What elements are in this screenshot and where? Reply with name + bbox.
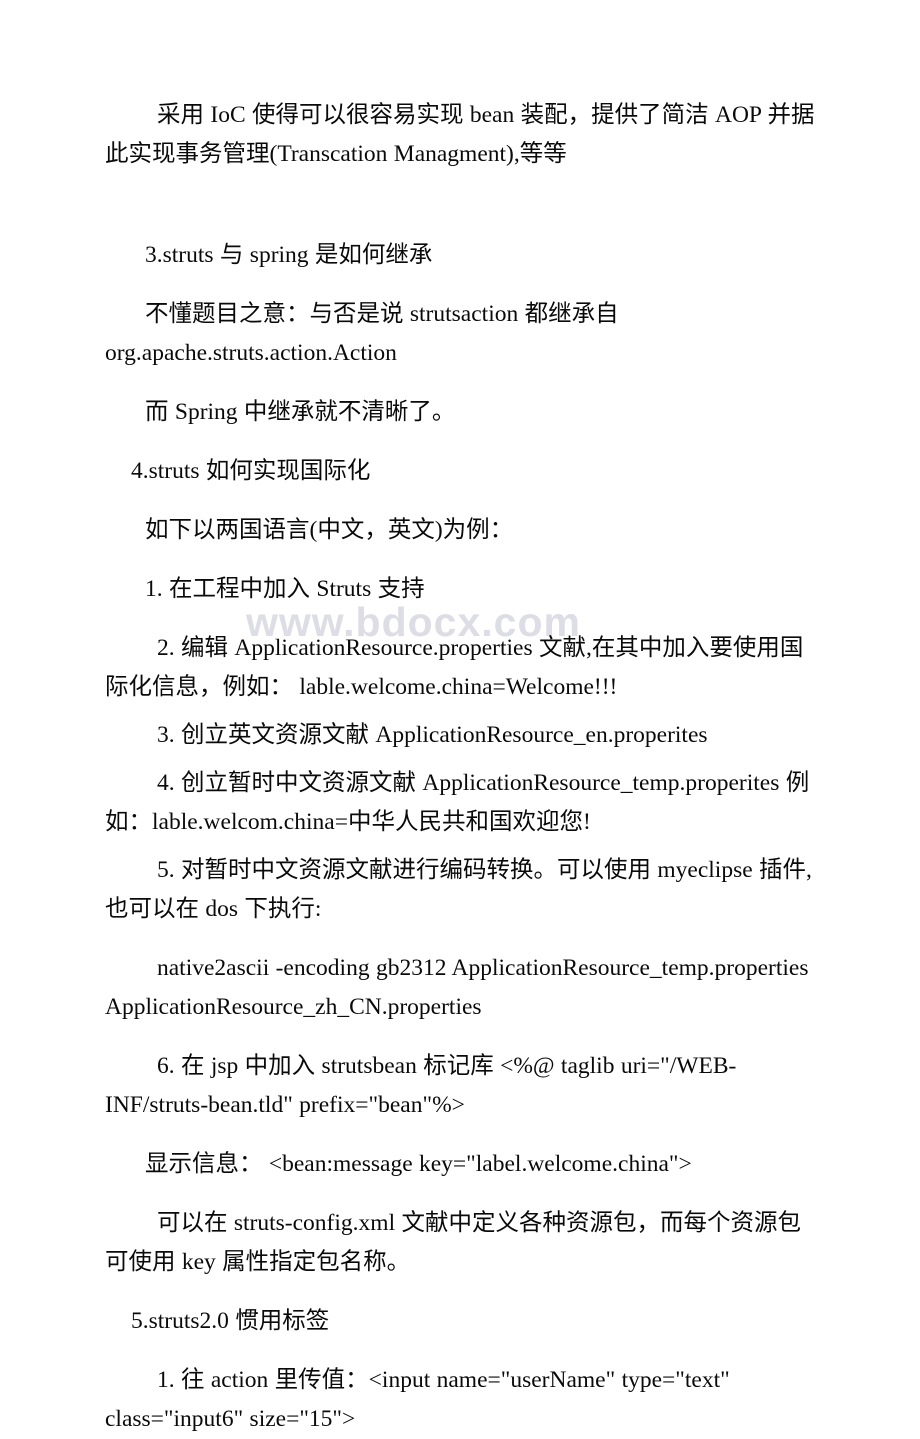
heading-struts2-common-tags: 5.struts2.0 惯用标签 xyxy=(131,1308,330,1334)
document-page: www.bdocx.com 采用 IoC 使得可以很容易实现 bean 装配，提… xyxy=(0,0,920,1432)
paragraph-step-5-encoding-convert: 5. 对暂时中文资源文献进行编码转换。可以使用 myeclipse 插件,也可以… xyxy=(105,857,812,922)
paragraph-spring-inheritance-unclear: 而 Spring 中继承就不清晰了。 xyxy=(145,399,456,425)
paragraph-step-4-create-temp-resource: 4. 创立暂时中文资源文献 ApplicationResource_temp.p… xyxy=(105,770,810,835)
paragraph-step-1-add-struts: 1. 在工程中加入 Struts 支持 xyxy=(145,576,425,602)
paragraph-step-3-create-en-resource: 3. 创立英文资源文献 ApplicationResource_en.prope… xyxy=(157,722,708,748)
paragraph-struts-config-resource-bundles: 可以在 struts-config.xml 文献中定义各种资源包，而每个资源包可… xyxy=(105,1210,801,1275)
paragraph-display-message: 显示信息： <bean:message key="label.welcome.c… xyxy=(145,1151,692,1177)
document-body: 采用 IoC 使得可以很容易实现 bean 装配，提供了简洁 AOP 并据此实现… xyxy=(105,96,817,1439)
heading-struts-i18n: 4.struts 如何实现国际化 xyxy=(131,458,371,484)
paragraph-tag-1-pass-value-to-action: 1. 往 action 里传值：<input name="userName" t… xyxy=(105,1367,730,1432)
paragraph-native2ascii-command: native2ascii -encoding gb2312 Applicatio… xyxy=(105,955,809,1020)
paragraph-ioc-bean: 采用 IoC 使得可以很容易实现 bean 装配，提供了简洁 AOP 并据此实现… xyxy=(105,102,815,167)
paragraph-question-meaning: 不懂题目之意：与否是说 strutsaction 都继承自 org.apache… xyxy=(105,301,619,366)
paragraph-two-languages-example: 如下以两国语言(中文，英文)为例： xyxy=(145,517,514,543)
heading-struts-spring-inheritance: 3.struts 与 spring 是如何继承 xyxy=(145,242,433,268)
paragraph-step-2-edit-properties: 2. 编辑 ApplicationResource.properties 文献,… xyxy=(105,635,804,700)
paragraph-step-6-taglib: 6. 在 jsp 中加入 strutsbean 标记库 <%@ taglib u… xyxy=(105,1053,737,1118)
